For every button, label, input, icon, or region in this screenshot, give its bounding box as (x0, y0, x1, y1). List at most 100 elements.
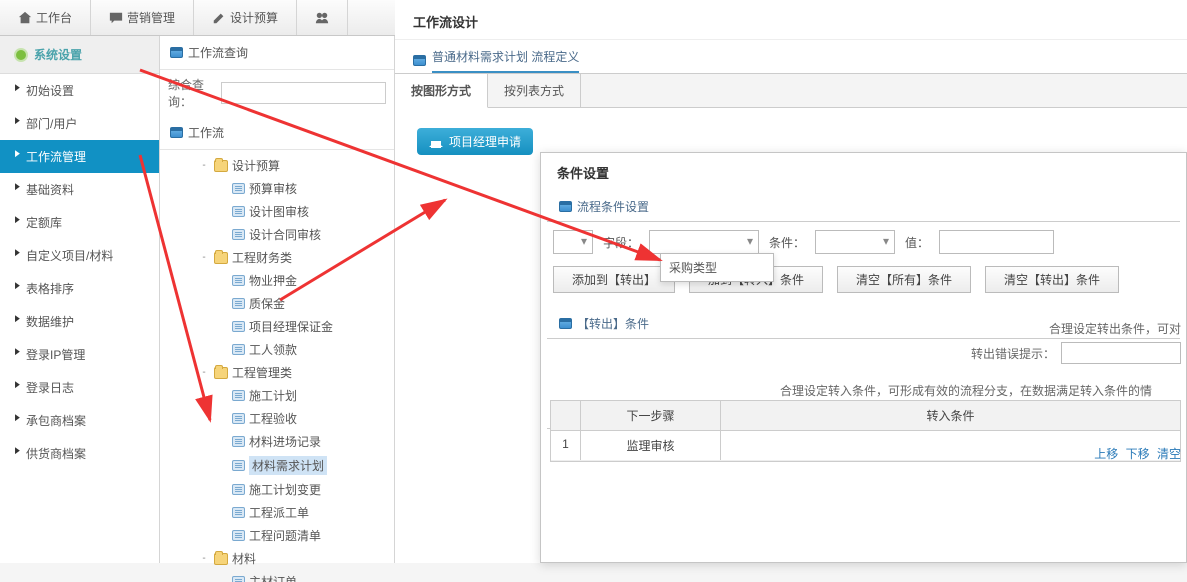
nav-workbench[interactable]: 工作台 (0, 0, 91, 35)
sidebar-item[interactable]: 初始设置 (0, 74, 159, 107)
value-input[interactable] (939, 230, 1054, 254)
sidebar-item[interactable]: 定额库 (0, 206, 159, 239)
search-input[interactable] (221, 82, 386, 104)
sidebar-item[interactable]: 自定义项目/材料 (0, 239, 159, 272)
home-icon (18, 11, 32, 25)
nav-more[interactable] (297, 0, 348, 35)
tree-node[interactable]: 主材订单 (160, 570, 394, 582)
in-hint: 合理设定转入条件，可形成有效的流程分支，在数据满足转入条件的情 (780, 382, 1181, 399)
tree-node[interactable]: 施工计划变更 (160, 478, 394, 501)
field-dropdown-popup: 采购类型 (660, 253, 774, 282)
nav-marketing[interactable]: 营销管理 (91, 0, 194, 35)
chat-icon (109, 11, 123, 25)
out-hint: 合理设定转出条件，可对 (1049, 320, 1181, 337)
toggle-icon[interactable]: - (198, 367, 210, 378)
operator-dropdown[interactable] (553, 230, 593, 254)
tree-node[interactable]: 物业押金 (160, 269, 394, 292)
tree-title: 工作流 (160, 116, 394, 150)
tree-node[interactable]: 工人领款 (160, 338, 394, 361)
query-title: 工作流查询 (160, 36, 394, 70)
sidebar: 系统设置 初始设置部门/用户工作流管理基础资料定额库自定义项目/材料表格排序数据… (0, 36, 160, 563)
tree-node-label: 工程派工单 (249, 504, 309, 521)
search-row: 综合查询： (160, 70, 394, 116)
tree-node-label: 施工计划 (249, 387, 297, 404)
sidebar-item[interactable]: 基础资料 (0, 173, 159, 206)
toggle-icon[interactable]: - (198, 160, 210, 171)
tree-node[interactable]: 质保金 (160, 292, 394, 315)
field-dropdown[interactable] (649, 230, 759, 254)
col-next-step: 下一步骤 (581, 401, 721, 430)
tree-node-label: 工人领款 (249, 341, 297, 358)
file-icon (232, 321, 245, 332)
flow-node-button[interactable]: 项目经理申请 (417, 128, 533, 155)
folder-icon (214, 367, 228, 379)
filter-row: 字段： 条件： 值： (541, 222, 1186, 262)
tree-node[interactable]: - 材料 (160, 547, 394, 570)
edit-icon (212, 11, 226, 25)
row-actions: 上移 下移 清空 (1090, 445, 1181, 462)
tree-node[interactable]: 材料进场记录 (160, 430, 394, 453)
sidebar-item[interactable]: 承包商档案 (0, 404, 159, 437)
search-label: 综合查询： (168, 76, 215, 110)
tree-node[interactable]: 工程验收 (160, 407, 394, 430)
file-icon (232, 390, 245, 401)
tree-node[interactable]: 施工计划 (160, 384, 394, 407)
tree-node[interactable]: - 工程管理类 (160, 361, 394, 384)
clear-all-button[interactable]: 清空【所有】条件 (837, 266, 971, 293)
tree-node[interactable]: 设计合同审核 (160, 223, 394, 246)
error-hint-label: 转出错误提示： (971, 345, 1055, 362)
field-label: 字段： (603, 234, 639, 251)
nav-design-budget[interactable]: 设计预算 (194, 0, 297, 35)
window-icon (170, 127, 183, 138)
workflow-tree[interactable]: -设计预算预算审核设计图审核设计合同审核-工程财务类物业押金质保金项目经理保证金… (160, 150, 394, 582)
sidebar-item[interactable]: 部门/用户 (0, 107, 159, 140)
add-to-out-button[interactable]: 添加到【转出】 (553, 266, 675, 293)
table-row[interactable]: 1 监理审核 (551, 431, 1180, 461)
sidebar-item[interactable]: 数据维护 (0, 305, 159, 338)
tree-node[interactable]: 项目经理保证金 (160, 315, 394, 338)
sidebar-item[interactable]: 供货商档案 (0, 437, 159, 470)
error-hint-row: 转出错误提示： (971, 342, 1181, 364)
file-icon (232, 344, 245, 355)
tree-node[interactable]: 工程问题清单 (160, 524, 394, 547)
tree-node[interactable]: 工程派工单 (160, 501, 394, 524)
home-icon (429, 136, 443, 148)
file-icon (232, 460, 245, 471)
file-icon (232, 484, 245, 495)
tree-node-label: 材料 (232, 550, 256, 567)
tab-list-mode[interactable]: 按列表方式 (488, 74, 581, 107)
tree-node-label: 工程管理类 (232, 364, 292, 381)
tree-node[interactable]: 设计图审核 (160, 200, 394, 223)
tree-node[interactable]: -工程财务类 (160, 246, 394, 269)
tab-graph-mode[interactable]: 按图形方式 (395, 74, 488, 108)
move-down-link[interactable]: 下移 (1126, 447, 1150, 461)
clear-link[interactable]: 清空 (1157, 447, 1181, 461)
tree-node[interactable]: 材料需求计划 (160, 453, 394, 478)
tree-node-label: 工程验收 (249, 410, 297, 427)
toggle-icon[interactable]: - (198, 553, 210, 564)
file-icon (232, 275, 245, 286)
sidebar-header: 系统设置 (0, 36, 159, 74)
tree-node[interactable]: 预算审核 (160, 177, 394, 200)
dropdown-option[interactable]: 采购类型 (661, 254, 773, 281)
move-up-link[interactable]: 上移 (1094, 447, 1118, 461)
condition-dropdown[interactable] (815, 230, 895, 254)
clear-out-button[interactable]: 清空【转出】条件 (985, 266, 1119, 293)
tree-node-label: 主材订单 (249, 573, 297, 582)
sidebar-item[interactable]: 登录IP管理 (0, 338, 159, 371)
sidebar-item[interactable]: 登录日志 (0, 371, 159, 404)
tree-node-label: 施工计划变更 (249, 481, 321, 498)
window-title: 工作流设计 (395, 2, 1187, 40)
error-hint-input[interactable] (1061, 342, 1181, 364)
button-row: 添加到【转出】 加到【转入】条件 清空【所有】条件 清空【转出】条件 (541, 262, 1186, 303)
file-icon (232, 530, 245, 541)
sidebar-item[interactable]: 工作流管理 (0, 140, 159, 173)
file-icon (232, 298, 245, 309)
window-icon (559, 201, 572, 212)
view-tabs: 按图形方式 按列表方式 (395, 74, 1187, 108)
toggle-icon[interactable]: - (198, 252, 210, 263)
folder-icon (214, 252, 228, 264)
file-icon (232, 436, 245, 447)
sidebar-item[interactable]: 表格排序 (0, 272, 159, 305)
tree-node[interactable]: -设计预算 (160, 154, 394, 177)
